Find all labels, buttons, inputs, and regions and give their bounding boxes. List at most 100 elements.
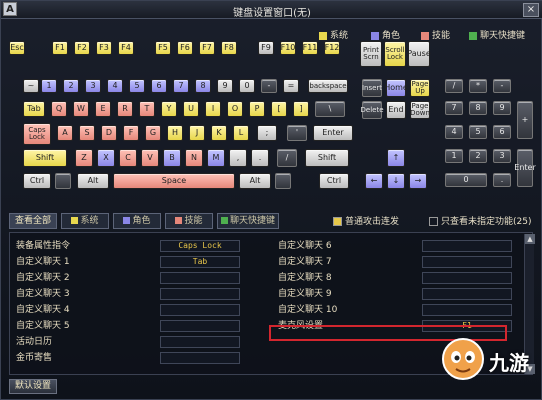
key-j[interactable]: J [189,125,205,141]
key-8[interactable]: 8 [469,101,487,115]
key-x[interactable]: X [97,149,115,167]
key-9[interactable]: 9 [493,101,511,115]
title-bar[interactable]: A 键盘设置窗口(无) × [1,1,542,19]
key-0[interactable]: 0 [445,173,487,187]
key-enter[interactable]: Enter [313,125,353,141]
key-c[interactable]: C [119,149,137,167]
key-6[interactable]: 6 [151,79,167,93]
key-f6[interactable]: F6 [177,41,193,55]
binding-row[interactable]: 自定义聊天 1 Tab [10,255,260,269]
key-7[interactable]: 7 [445,101,463,115]
tab-view-all[interactable]: 查看全部 [9,213,57,229]
key-d[interactable]: D [101,125,117,141]
key-6[interactable]: 6 [493,125,511,139]
key-o[interactable]: O [227,101,243,117]
key-l[interactable]: L [233,125,249,141]
key-pause[interactable]: Pause [407,41,431,67]
key-4[interactable]: 4 [445,125,463,139]
key-f[interactable]: F [123,125,139,141]
binding-row[interactable]: 自定义聊天 6 [272,239,522,253]
key-print-scrn[interactable]: Print Scrn [360,41,382,67]
binding-key-field[interactable] [160,320,240,332]
key-y[interactable]: Y [161,101,177,117]
checkbox-checked[interactable] [333,217,342,226]
key-page-down[interactable]: Page Down [410,101,430,119]
key-scroll-lock[interactable]: Scroll Lock [384,41,406,67]
show-unassigned-checkbox[interactable]: 只查看未指定功能(25) [429,214,531,227]
key-3[interactable]: 3 [493,149,511,163]
key-f1[interactable]: F1 [52,41,68,55]
key-'[interactable]: ' [287,125,307,141]
binding-key-field[interactable]: Tab [160,256,240,268]
binding-key-field[interactable] [160,352,240,364]
binding-row[interactable]: 装备属性指令 Caps Lock [10,239,260,253]
key-shift[interactable]: Shift [23,149,67,167]
key-5[interactable]: 5 [469,125,487,139]
binding-key-field[interactable] [160,304,240,316]
key-backspace[interactable]: backspace [308,79,348,93]
key-blank[interactable] [55,173,71,189]
key-m[interactable]: M [207,149,225,167]
key-z[interactable]: Z [75,149,93,167]
key-t[interactable]: T [139,101,155,117]
key-w[interactable]: W [73,101,89,117]
key-f4[interactable]: F4 [118,41,134,55]
key-tab[interactable]: Tab [23,101,45,117]
key-alt[interactable]: Alt [239,173,271,189]
key-f11[interactable]: F11 [302,41,318,55]
key-enter[interactable]: Enter [514,149,536,187]
key-[[interactable]: [ [271,101,287,117]
key-.[interactable]: . [251,149,269,167]
key-f8[interactable]: F8 [221,41,237,55]
key-.[interactable]: . [493,173,511,187]
key-↑[interactable]: ↑ [387,149,405,167]
key-shift[interactable]: Shift [305,149,349,167]
key-k[interactable]: K [211,125,227,141]
key-][interactable]: ] [293,101,309,117]
key-2[interactable]: 2 [63,79,79,93]
close-button[interactable]: × [523,3,539,17]
key-u[interactable]: U [183,101,199,117]
binding-row[interactable]: 自定义聊天 8 [272,271,522,285]
key-*[interactable]: * [469,79,487,93]
key-caps-lock[interactable]: Caps Lock [23,123,51,145]
key-i[interactable]: I [205,101,221,117]
binding-key-field[interactable]: Caps Lock [160,240,240,252]
normal-attack-repeat-checkbox[interactable]: 普通攻击连发 [333,214,399,227]
key-end[interactable]: End [386,101,406,119]
key-f7[interactable]: F7 [199,41,215,55]
binding-key-field[interactable] [422,288,512,300]
binding-row[interactable]: 自定义聊天 5 [10,319,260,333]
key-5[interactable]: 5 [129,79,145,93]
key-f5[interactable]: F5 [155,41,171,55]
key-space[interactable]: Space [113,173,235,189]
binding-row[interactable]: 金币寄售 [10,351,260,365]
key-blank[interactable] [275,173,291,189]
binding-row[interactable]: 自定义聊天 7 [272,255,522,269]
key-q[interactable]: Q [51,101,67,117]
key-s[interactable]: S [79,125,95,141]
key-8[interactable]: 8 [195,79,211,93]
key-f9[interactable]: F9 [258,41,274,55]
key-f2[interactable]: F2 [74,41,90,55]
key-7[interactable]: 7 [173,79,189,93]
key--[interactable]: - [261,79,277,93]
key-insert[interactable]: Insert [362,79,382,97]
default-settings-button[interactable]: 默认设置 [9,379,57,394]
key-f3[interactable]: F3 [96,41,112,55]
binding-row[interactable]: 自定义聊天 3 [10,287,260,301]
binding-row[interactable]: 自定义聊天 4 [10,303,260,317]
key-1[interactable]: 1 [445,149,463,163]
key-home[interactable]: Home [384,79,408,97]
key-esc[interactable]: Esc [9,41,25,55]
binding-row[interactable]: 自定义聊天 9 [272,287,522,301]
key-\[interactable]: \ [315,101,345,117]
key-1[interactable]: 1 [41,79,57,93]
binding-row[interactable]: 自定义聊天 10 [272,303,522,317]
binding-key-field[interactable] [160,336,240,348]
key-/[interactable]: / [445,79,463,93]
key-←[interactable]: ← [365,173,383,189]
key-v[interactable]: V [141,149,159,167]
key-b[interactable]: B [163,149,181,167]
key-2[interactable]: 2 [469,149,487,163]
